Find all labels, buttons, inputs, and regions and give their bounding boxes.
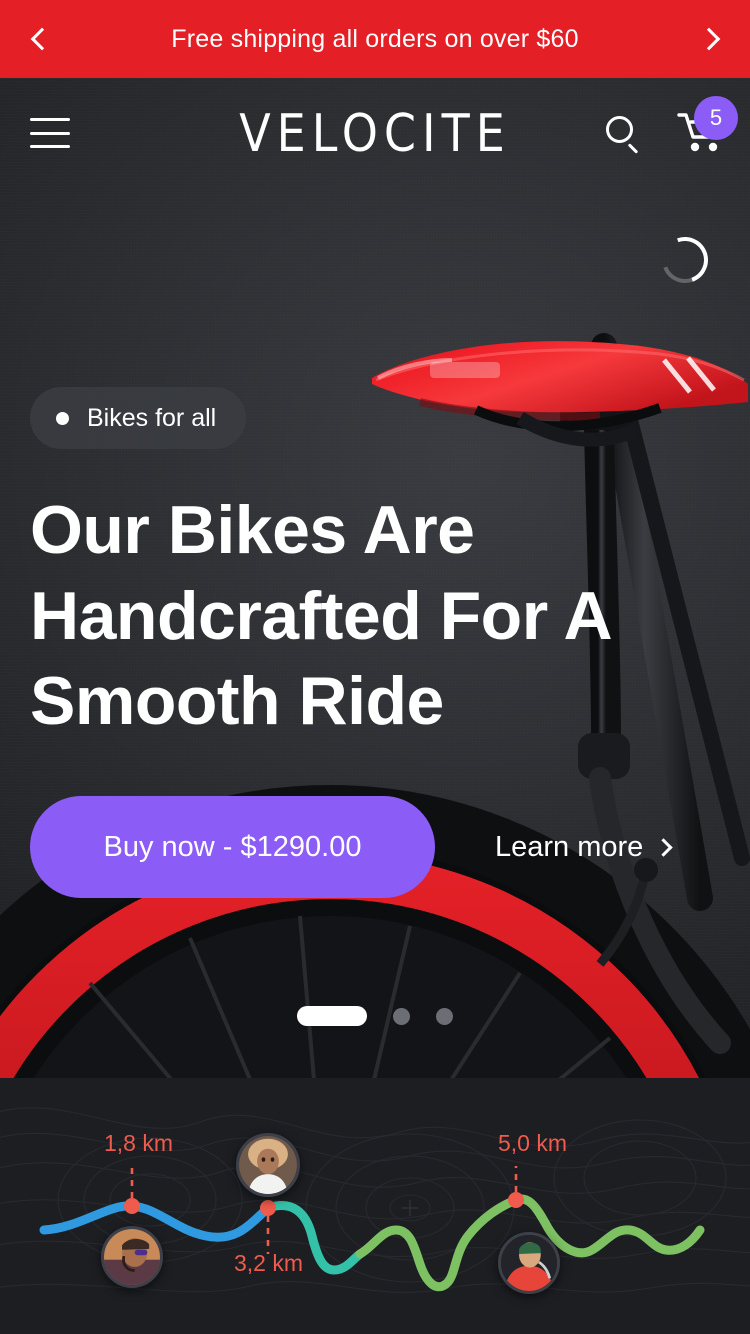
avatar-image [104, 1229, 160, 1285]
rider-avatar-3[interactable] [498, 1232, 560, 1294]
route-map-section [0, 1078, 750, 1334]
distance-label-2: 3,2 km [234, 1250, 304, 1276]
buy-now-button[interactable]: Buy now - $1290.00 [30, 796, 435, 898]
hero-cta-row: Buy now - $1290.00 Learn more [30, 796, 674, 898]
route-path [39, 1166, 705, 1292]
segment-blue [39, 1201, 273, 1242]
cart-button[interactable]: 5 [676, 96, 738, 156]
status-dot-icon [56, 411, 69, 425]
loading-spinner-icon [654, 229, 716, 291]
carousel-dot-3[interactable] [436, 1007, 453, 1025]
carousel-dot-2[interactable] [393, 1007, 410, 1025]
search-icon[interactable] [604, 114, 642, 154]
hero-badge-label: Bikes for all [87, 403, 217, 432]
chevron-left-icon [30, 27, 53, 51]
learn-more-label: Learn more [495, 830, 644, 863]
announcement-bar: Free shipping all orders on over $60 [0, 0, 750, 78]
announcement-prev-button[interactable] [4, 0, 74, 78]
hero-banner: Bikes for all Our Bikes Are Handcrafted … [0, 78, 750, 1078]
page-title: Our Bikes Are Handcrafted For A Smooth R… [30, 492, 610, 740]
announcement-next-button[interactable] [676, 0, 746, 78]
announcement-text: Free shipping all orders on over $60 [171, 24, 579, 53]
chevron-right-icon [654, 837, 674, 857]
chevron-right-icon [697, 27, 720, 51]
carousel-indicators [0, 1006, 750, 1026]
hero-category-badge[interactable]: Bikes for all [30, 387, 247, 449]
route-node-3 [508, 1192, 524, 1208]
cart-count-badge: 5 [694, 96, 738, 140]
learn-more-link[interactable]: Learn more [495, 830, 674, 864]
rider-avatar-2[interactable] [236, 1133, 300, 1197]
site-header: VELOCITE 5 [0, 78, 750, 188]
distance-label-3: 5,0 km [498, 1130, 568, 1156]
mobile-screen: Free shipping all orders on over $60 Bik… [0, 0, 750, 1334]
rider-avatar-1[interactable] [101, 1226, 163, 1288]
distance-label-1: 1,8 km [104, 1130, 174, 1156]
avatar-image [239, 1136, 297, 1194]
carousel-dot-1[interactable] [297, 1006, 367, 1026]
route-node-2 [260, 1200, 276, 1216]
avatar-image [501, 1235, 557, 1291]
route-node-1 [124, 1198, 140, 1214]
header-actions: 5 [604, 96, 738, 156]
